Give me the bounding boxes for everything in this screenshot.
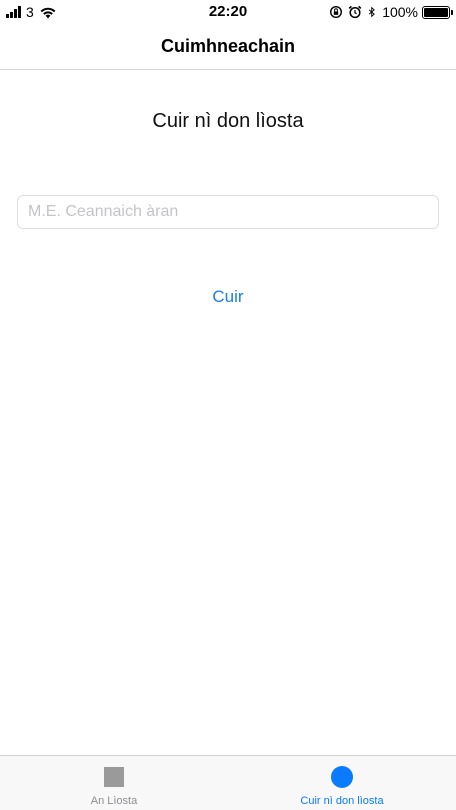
tab-bar: An Lìosta Cuir nì don lìosta [0, 755, 456, 810]
tab-label: Cuir nì don lìosta [300, 795, 384, 807]
orientation-lock-icon [330, 5, 343, 19]
square-icon [104, 767, 124, 787]
add-button[interactable]: Cuir [178, 284, 278, 310]
circle-icon [331, 766, 353, 788]
bluetooth-icon [369, 6, 376, 18]
tab-add-item[interactable]: Cuir nì don lìosta [228, 756, 456, 810]
battery-icon [422, 5, 453, 19]
page-heading: Cuir nì don lìosta [152, 110, 304, 132]
tab-list[interactable]: An Lìosta [0, 756, 228, 810]
item-input[interactable] [17, 195, 439, 229]
nav-title: Cuimhneachain [160, 36, 296, 56]
tab-label: An Lìosta [90, 795, 138, 807]
alarm-icon [348, 5, 362, 19]
navigation-bar: Cuimhneachain [0, 24, 456, 70]
battery-percent: 100% [382, 4, 418, 20]
status-bar: 3 22:20 100% [0, 0, 456, 24]
status-right: 100% [329, 3, 453, 21]
